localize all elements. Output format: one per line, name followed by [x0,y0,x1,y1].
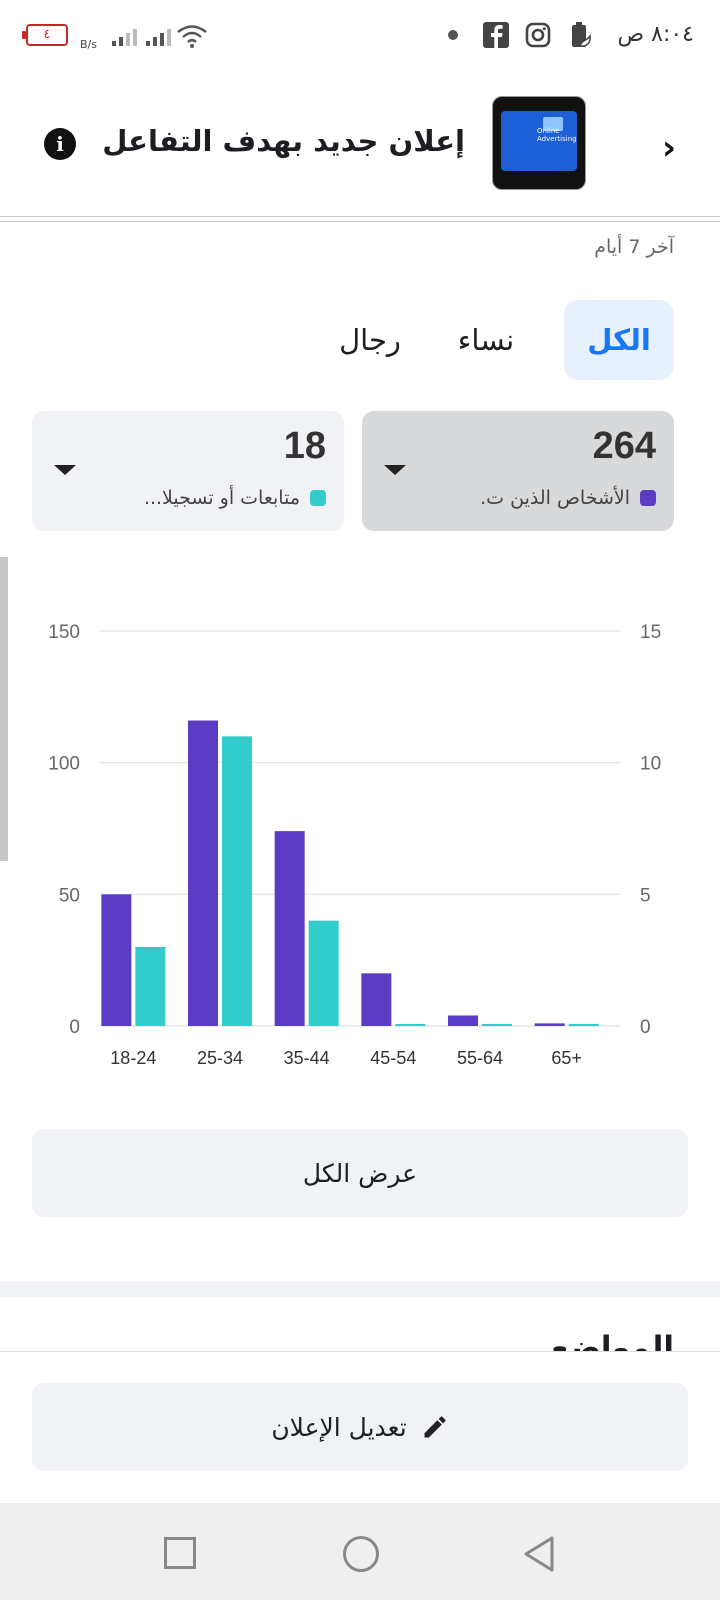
dropdown-caret-icon[interactable] [54,465,76,475]
metric-card-people-reached[interactable]: 264 الأشخاص الذين ت. [362,411,674,531]
x-tick-label: 45-54 [370,1048,416,1068]
edit-ad-button[interactable]: تعديل الإعلان [32,1383,688,1471]
legend-swatch-purple [640,490,656,506]
bar-secondary [222,736,252,1026]
bar-secondary [135,947,166,1026]
date-range-label: آخر 7 أيام [594,236,674,258]
bar-primary [448,1015,478,1026]
metric-label-text: الأشخاص الذين ت. [480,487,630,509]
section-separator [0,1281,720,1297]
back-icon[interactable] [522,1535,556,1573]
x-tick-label: 35-44 [284,1048,330,1068]
system-nav-bar [0,1503,720,1600]
battery-saver-icon [572,22,591,47]
bar-primary [361,973,392,1026]
edit-ad-label: تعديل الإعلان [271,1412,407,1442]
y-left-tick-label: 0 [69,1017,80,1038]
dot-icon [448,30,458,40]
bar-primary [274,831,305,1026]
x-tick-label: 55-64 [457,1048,503,1068]
header-divider [0,216,720,222]
signal-icon [112,26,137,46]
tab-women[interactable]: نساء [436,300,536,380]
info-icon[interactable]: i [44,128,76,160]
page-title: إعلان جديد بهدف التفاعل [102,124,465,158]
metric-value: 18 [283,425,326,467]
thumbnail-text: Online Advertising [537,127,577,143]
clock: ٨:٠٤ ص [617,22,694,47]
bar-secondary [568,1024,599,1026]
legend-swatch-teal [310,490,326,506]
signal-icon-2 [146,26,171,46]
ad-thumbnail: Online Advertising [492,96,586,190]
x-tick-label: 18-24 [110,1048,156,1068]
pencil-icon [424,1416,446,1438]
metric-value: 264 [592,425,656,467]
back-chevron-icon[interactable]: › [662,128,676,168]
x-tick-label: 65+ [551,1048,582,1068]
y-left-tick-label: 150 [48,622,80,643]
metric-card-follows[interactable]: 18 متابعات أو تسجيلا... [32,411,344,531]
x-tick-label: 25-34 [197,1048,243,1068]
age-bar-chart: 0 50 100 150 0 5 10 15 18-24 25-34 35-44 45-54 55-64… [48,622,661,1068]
metric-label: متابعات أو تسجيلا... [144,487,326,509]
bar-primary [534,1023,565,1026]
y-right-tick-label: 0 [640,1017,651,1038]
battery-icon: ٤ [22,24,68,46]
recent-apps-icon[interactable] [164,1537,196,1569]
y-left-tick-label: 50 [59,885,80,906]
tab-men[interactable]: رجال [320,300,420,380]
see-all-button[interactable]: عرض الكل [32,1129,688,1217]
y-right-tick-label: 15 [640,622,661,643]
y-left-tick-label: 100 [48,754,80,775]
metric-label: الأشخاص الذين ت. [480,487,656,509]
wifi-icon [177,25,207,48]
metric-label-text: متابعات أو تسجيلا... [143,487,300,509]
bar-secondary [395,1024,426,1026]
status-bar: ٤ B/s ٨:٠٤ ص [0,0,720,72]
facebook-icon [483,22,509,48]
tab-all[interactable]: الكل [564,300,674,380]
dropdown-caret-icon[interactable] [384,465,406,475]
battery-level: ٤ [43,27,51,42]
y-right-tick-label: 10 [640,754,661,775]
bar-primary [188,720,218,1026]
net-speed: B/s [80,38,97,51]
home-icon[interactable] [343,1536,379,1572]
instagram-icon [525,22,551,48]
bar-primary [101,894,132,1026]
bar-secondary [482,1024,512,1026]
app-header: › Online Advertising إعلان جديد بهدف الت… [0,90,720,196]
bar-secondary [308,920,339,1026]
y-right-tick-label: 5 [640,885,651,906]
